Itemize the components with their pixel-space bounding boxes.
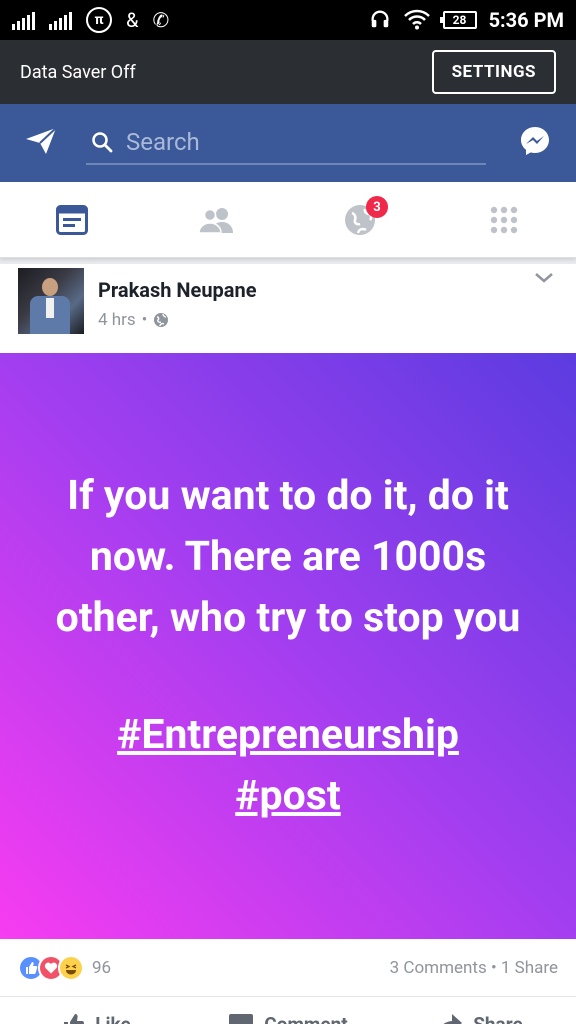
signal-icon <box>12 10 35 30</box>
search-input[interactable]: Search <box>126 128 200 156</box>
signal-icon <box>49 10 72 30</box>
chevron-down-icon[interactable] <box>534 270 554 289</box>
share-button[interactable]: Share <box>384 1004 576 1024</box>
data-saver-text: Data Saver Off <box>20 61 136 83</box>
tab-bar: 3 <box>0 182 576 258</box>
thumbs-up-icon <box>64 1014 85 1024</box>
share-label: Share <box>473 1012 523 1024</box>
data-saver-banner: Data Saver Off SETTINGS <box>0 40 576 104</box>
post-meta: 4 hrs • <box>98 310 257 330</box>
like-label: Like <box>95 1012 131 1024</box>
reaction-icons <box>18 954 84 981</box>
comment-icon <box>229 1014 254 1024</box>
notification-badge: 3 <box>366 196 388 218</box>
reaction-count: 96 <box>92 957 112 978</box>
hashtag-link[interactable]: #Entrepreneurship <box>117 705 459 766</box>
post-hashtags: #Entrepreneurship #post <box>117 705 459 827</box>
grid-menu-icon <box>490 206 518 233</box>
headset-icon <box>369 8 391 33</box>
tab-notifications[interactable]: 3 <box>288 182 432 257</box>
search-icon <box>92 132 113 153</box>
feed-post: Prakash Neupane 4 hrs • If you want to d… <box>0 264 576 1024</box>
messenger-icon[interactable] <box>518 124 552 162</box>
comments-shares-count[interactable]: 3 Comments • 1 Share <box>390 958 558 978</box>
post-time[interactable]: 4 hrs <box>98 310 136 330</box>
avatar[interactable] <box>18 268 84 334</box>
phone-wifi-icon: ✆ <box>152 8 170 32</box>
tab-news-feed[interactable] <box>0 182 144 257</box>
meta-separator: • <box>141 310 148 330</box>
app-icon: & <box>126 8 139 32</box>
public-globe-icon <box>154 313 169 327</box>
post-content: If you want to do it, do it now. There a… <box>0 353 576 939</box>
share-icon <box>443 1014 463 1024</box>
status-bar: π & ✆ 28 5:36 PM <box>0 0 576 40</box>
reactions-summary[interactable]: 96 3 Comments • 1 Share <box>0 939 576 997</box>
pi-icon: π <box>86 7 112 33</box>
post-text: If you want to do it, do it now. There a… <box>55 471 521 642</box>
clock: 5:36 PM <box>488 8 564 32</box>
battery-icon: 28 <box>439 11 477 29</box>
author-name[interactable]: Prakash Neupane <box>98 278 257 302</box>
friends-icon <box>198 207 233 234</box>
post-header: Prakash Neupane 4 hrs • <box>0 264 576 353</box>
haha-reaction-icon <box>58 954 84 981</box>
search-bar[interactable]: Search <box>86 121 486 165</box>
send-icon[interactable] <box>24 126 58 160</box>
tab-friends[interactable] <box>144 182 288 257</box>
hashtag-link[interactable]: #post <box>117 766 459 827</box>
app-header: Search <box>0 104 576 182</box>
news-feed-icon <box>56 204 88 235</box>
like-button[interactable]: Like <box>0 1004 192 1024</box>
post-actions: Like Comment Share <box>0 1004 576 1024</box>
comment-label: Comment <box>264 1012 348 1024</box>
comment-button[interactable]: Comment <box>192 1004 384 1024</box>
tab-menu[interactable] <box>432 182 576 257</box>
wifi-icon <box>403 8 431 33</box>
settings-button[interactable]: SETTINGS <box>431 50 556 94</box>
